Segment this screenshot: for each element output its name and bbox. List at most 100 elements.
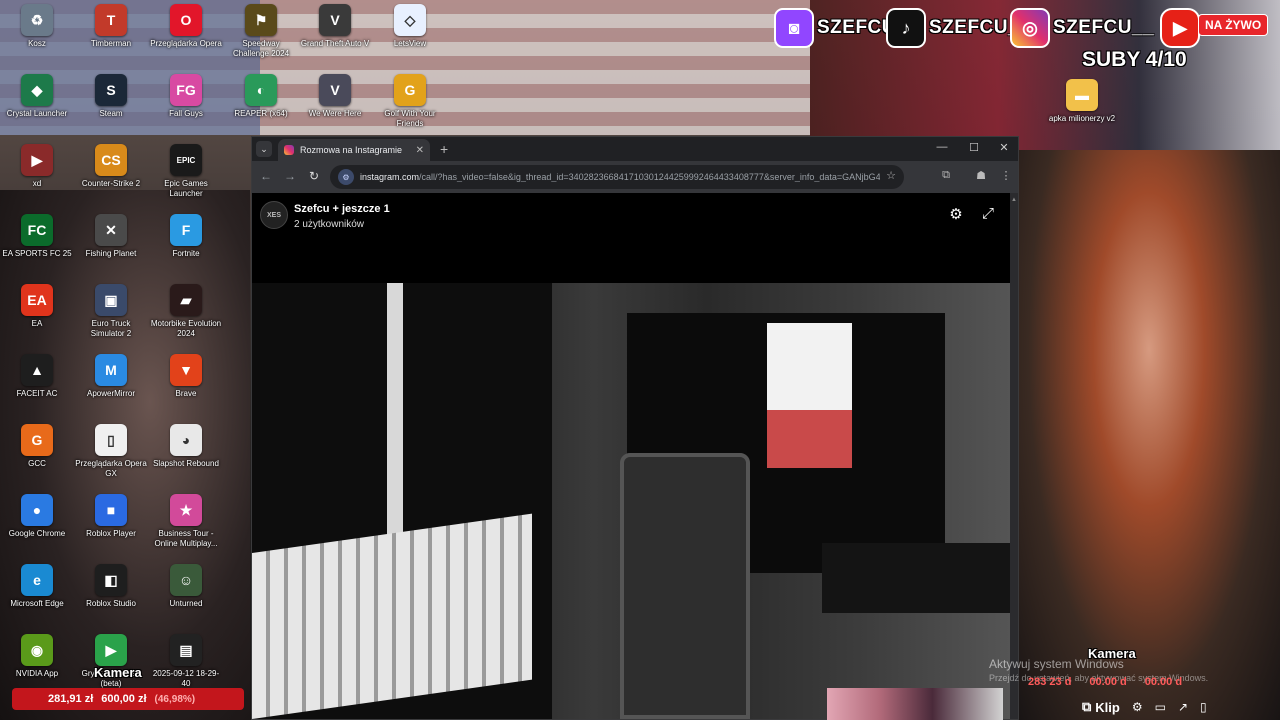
desktop-icon[interactable]: F Fortnite (149, 214, 223, 259)
desktop-icon[interactable]: M ApowerMirror (74, 354, 148, 399)
tab-close-icon[interactable]: ✕ (416, 145, 424, 156)
profile-icon[interactable]: ☗ (973, 169, 989, 182)
folder-icon: ▬ (1066, 79, 1098, 111)
call-video-feed (252, 283, 1010, 719)
desktop-icon[interactable]: S Steam (74, 74, 148, 119)
desktop-icon[interactable]: ◆ Crystal Launcher (0, 74, 74, 119)
desktop-icon[interactable]: ▣ Euro Truck Simulator 2 (74, 284, 148, 339)
tab-search-icon[interactable]: ⌄ (256, 141, 272, 157)
golf-icon: G (394, 74, 426, 106)
desktop-icon[interactable]: ◉ NVIDIA App (0, 634, 74, 679)
desktop-icon[interactable]: ▬ apka milionerzy v2 (1045, 79, 1119, 124)
share-icon[interactable]: ↗ (1178, 700, 1188, 714)
desktop-icon[interactable]: ▤ 2025-09-12 18-29-40 (149, 634, 223, 689)
red-value-3: 00.00 d (1144, 676, 1183, 688)
desktop-icon[interactable]: FG Fall Guys (149, 74, 223, 119)
desktop-icon[interactable]: ✕ Fishing Planet (74, 214, 148, 259)
tab-instagram-call[interactable]: Rozmowa na Instagramie ✕ (278, 139, 430, 161)
minimize-icon[interactable]: — (934, 141, 950, 153)
windows-activation-title: Aktywuj system Windows (989, 657, 1124, 671)
desktop-icon-label: Przeglądarka Opera GX (75, 459, 147, 478)
fishing-planet-icon: ✕ (95, 214, 127, 246)
desktop-icon[interactable]: ■ Roblox Player (74, 494, 148, 539)
desktop-icon[interactable]: ★ Business Tour - Online Multiplay... (149, 494, 223, 549)
business-tour-icon: ★ (170, 494, 202, 526)
desktop-icon[interactable]: ▼ Brave (149, 354, 223, 399)
fullscreen-icon[interactable]: ⤢ (978, 205, 998, 222)
desktop-icon-label: Microsoft Edge (10, 599, 64, 608)
instagram-handle: ◎ SZEFCU__ (1010, 6, 1154, 50)
menu-kebab-icon[interactable]: ⋮ (998, 169, 1014, 182)
page-scrollbar[interactable]: ▲ (1010, 193, 1018, 719)
video-flag (767, 323, 852, 468)
bookmark-star-icon[interactable]: ☆ (886, 169, 896, 182)
desktop-icon-label: Google Chrome (8, 529, 66, 538)
desktop-icon-label: Crystal Launcher (6, 109, 68, 118)
desktop-icon[interactable]: V Grand Theft Auto V (298, 4, 372, 49)
close-window-icon[interactable]: ✕ (996, 141, 1012, 154)
subs-counter: SUBY 4/10 (1082, 48, 1187, 71)
desktop-icon-label: REAPER (x64) (234, 109, 288, 118)
desktop-icon[interactable]: ▯ Przeglądarka Opera GX (74, 424, 148, 479)
desktop-icon-label: 2025-09-12 18-29-40 (152, 669, 220, 688)
desktop-icon-label: Euro Truck Simulator 2 (90, 319, 132, 338)
desktop-icon[interactable]: EA EA (0, 284, 74, 329)
desktop-icon[interactable]: ● Google Chrome (0, 494, 74, 539)
desktop-icon[interactable]: ♻ Kosz (0, 4, 74, 49)
fall-guys-icon: FG (170, 74, 202, 106)
desktop-icon[interactable]: FC EA SPORTS FC 25 (0, 214, 74, 259)
desktop-icon[interactable]: ◐ REAPER (x64) (224, 74, 298, 119)
forward-icon[interactable]: → (282, 169, 298, 183)
desktop-icon[interactable]: G Golf With Your Friends (373, 74, 447, 129)
extensions-icon[interactable]: ⧉ (938, 169, 954, 182)
clip-button[interactable]: ⧉ Klip (1082, 699, 1120, 715)
tab-title: Rozmowa na Instagramie (300, 145, 403, 155)
site-info-icon[interactable]: ⚙ (338, 169, 354, 185)
brave-icon: ▼ (170, 354, 202, 386)
desktop-icon[interactable]: V We Were Here (298, 74, 372, 119)
desktop-icon-label: ApowerMirror (86, 389, 135, 398)
desktop-icon-label: LetsView (393, 39, 427, 48)
desktop-icon-label: apka milionerzy v2 (1048, 114, 1116, 123)
unturned-icon: ☺ (170, 564, 202, 596)
address-bar[interactable]: ⚙ instagram.com/call/?has_video=false&ig… (330, 165, 904, 189)
desktop-icon[interactable]: EPIC Epic Games Launcher (149, 144, 223, 199)
opera-icon: O (170, 4, 202, 36)
desktop-icon[interactable]: ◇ LetsView (373, 4, 447, 49)
stream-screen: ♻ Kosz ◆ Crystal Launcher ▶ xd FC EA SPORTS FC … (0, 0, 1280, 720)
desktop-icon[interactable]: ▲ FACEIT AC (0, 354, 74, 399)
euro-truck-icon: ▣ (95, 284, 127, 316)
desktop-icon[interactable]: e Microsoft Edge (0, 564, 74, 609)
donation-goal: 600,00 zł (101, 693, 147, 705)
desktop-icon[interactable]: G GCC (0, 424, 74, 469)
edge-icon: e (21, 564, 53, 596)
back-icon[interactable]: ← (258, 169, 274, 183)
opera-gx-file-icon: ▯ (95, 424, 127, 456)
theater-mode-icon[interactable]: ▭ (1155, 700, 1166, 714)
reload-icon[interactable]: ↻ (306, 169, 322, 183)
call-participants: 2 użytkowników (294, 219, 365, 230)
settings-gear-icon[interactable]: ⚙ (946, 205, 966, 223)
desktop-icon[interactable]: O Przeglądarka Opera (149, 4, 223, 49)
desktop-icon-label: Timberman (90, 39, 132, 48)
recycle-bin-icon: ♻ (21, 4, 53, 36)
desktop-icon[interactable]: ▶ xd (0, 144, 74, 189)
desktop-icon[interactable]: ◧ Roblox Studio (74, 564, 148, 609)
maximize-icon[interactable]: ☐ (966, 141, 982, 154)
desktop-icon[interactable]: T Timberman (74, 4, 148, 49)
new-tab-icon[interactable]: + (440, 141, 448, 157)
live-badge: NA ŻYWO (1198, 14, 1269, 36)
desktop-icon[interactable]: CS Counter-Strike 2 (74, 144, 148, 189)
desktop-icon[interactable]: ▶ Gry Google Play (beta) (74, 634, 148, 689)
desktop-icon[interactable]: ☺ Unturned (149, 564, 223, 609)
desktop-icon[interactable]: ⚑ Speedway Challenge 2024 (224, 4, 298, 59)
desktop-icon-label: NVIDIA App (15, 669, 59, 678)
group-avatar[interactable]: XES (260, 201, 288, 229)
desktop-icon[interactable]: ◕ Slapshot Rebound (149, 424, 223, 469)
ea-icon: EA (21, 284, 53, 316)
desktop-icon[interactable]: ▰ Motorbike Evolution 2024 (149, 284, 223, 339)
sidebar-icon[interactable]: ▯ (1200, 700, 1207, 714)
desktop-icon-label: Fortnite (172, 249, 200, 258)
timberman-icon: T (95, 4, 127, 36)
stream-settings-icon[interactable]: ⚙ (1132, 700, 1143, 714)
